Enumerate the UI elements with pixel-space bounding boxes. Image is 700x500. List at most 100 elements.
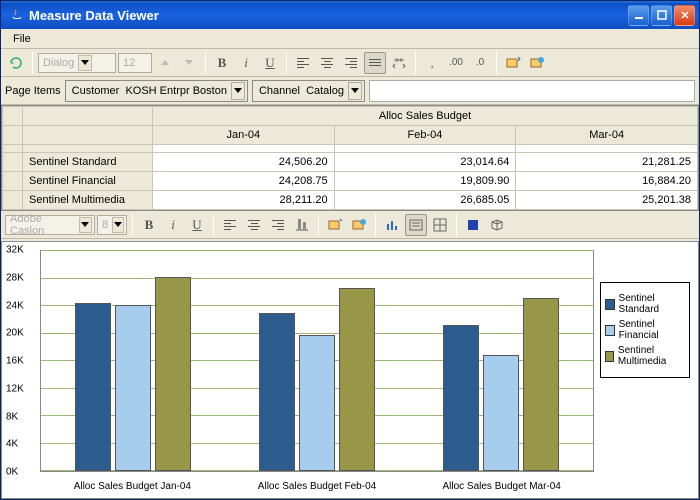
bar[interactable] — [75, 303, 111, 471]
cell[interactable]: 21,281.25 — [516, 153, 698, 172]
col-header[interactable]: Jan-04 — [153, 126, 335, 145]
align-center-button[interactable] — [243, 214, 265, 236]
chart-font-size-select[interactable]: 8 — [97, 215, 127, 235]
legend-item: Sentinel Standard — [605, 293, 685, 315]
bar-group — [41, 251, 225, 471]
chart-toolbar: Adobe Caslon 8 B i U — [1, 211, 699, 239]
bar[interactable] — [155, 277, 191, 471]
bold-button[interactable]: B — [138, 214, 160, 236]
font-family-select[interactable]: Dialog — [38, 53, 116, 73]
decimal-comma-button[interactable]: , — [421, 52, 443, 74]
bar[interactable] — [339, 288, 375, 471]
cell[interactable]: 26,685.05 — [334, 191, 516, 210]
bar-group — [409, 251, 593, 471]
minimize-button[interactable] — [628, 5, 649, 26]
chart-font-family-select[interactable]: Adobe Caslon — [5, 215, 95, 235]
italic-button[interactable]: i — [235, 52, 257, 74]
page-item-value: Catalog — [306, 85, 344, 97]
bar[interactable] — [483, 355, 519, 471]
chart-font-size-value: 8 — [102, 219, 108, 231]
page-item-label: Channel — [259, 85, 300, 97]
page-item-channel[interactable]: Channel Catalog — [252, 80, 365, 102]
x-tick-label: Alloc Sales Budget Jan-04 — [40, 481, 225, 492]
close-button[interactable] — [674, 5, 695, 26]
align-right-button[interactable] — [340, 52, 362, 74]
font-size-up-icon[interactable] — [154, 52, 176, 74]
chart-area: Alloc Sales Budget Jan-04Alloc Sales Bud… — [1, 241, 699, 499]
align-left-button[interactable] — [292, 52, 314, 74]
bar[interactable] — [115, 305, 151, 471]
table-row[interactable]: Sentinel Financial 24,208.75 19,809.90 1… — [3, 172, 698, 191]
italic-button[interactable]: i — [162, 214, 184, 236]
font-family-value: Dialog — [43, 57, 74, 69]
underline-button[interactable]: U — [186, 214, 208, 236]
page-item-customer[interactable]: Customer KOSH Entrpr Boston — [65, 80, 248, 102]
y-tick-label: 16K — [6, 356, 36, 367]
align-right-button[interactable] — [267, 214, 289, 236]
increase-decimal-button[interactable]: .00 — [445, 52, 467, 74]
formatting-toolbar: Dialog 12 B i U , .00 .0 — [1, 49, 699, 77]
grid-button[interactable] — [429, 214, 451, 236]
chevron-down-icon — [348, 82, 362, 100]
menu-file[interactable]: File — [7, 31, 37, 47]
menubar: File — [1, 29, 699, 49]
maximize-button[interactable] — [651, 5, 672, 26]
underline-button[interactable]: U — [259, 52, 281, 74]
cell[interactable]: 25,201.38 — [516, 191, 698, 210]
java-icon — [9, 7, 25, 23]
cell[interactable]: 24,506.20 — [153, 153, 335, 172]
fill-color-button[interactable] — [462, 214, 484, 236]
align-left-button[interactable] — [219, 214, 241, 236]
y-tick-label: 24K — [6, 300, 36, 311]
legend-swatch — [605, 351, 614, 362]
align-bottom-button[interactable] — [291, 214, 313, 236]
y-tick-label: 32K — [6, 245, 36, 256]
legend-label: Sentinel Financial — [619, 319, 685, 341]
cell[interactable]: 28,211.20 — [153, 191, 335, 210]
chevron-down-icon — [231, 82, 245, 100]
refresh-icon[interactable] — [5, 52, 27, 74]
cell[interactable]: 24,208.75 — [153, 172, 335, 191]
page-items-bar: Page Items Customer KOSH Entrpr Boston C… — [1, 77, 699, 105]
chart-format-button[interactable] — [324, 214, 346, 236]
window-title: Measure Data Viewer — [29, 8, 628, 23]
legend-item: Sentinel Multimedia — [605, 345, 685, 367]
x-tick-label: Alloc Sales Budget Feb-04 — [225, 481, 410, 492]
bar[interactable] — [299, 335, 335, 471]
align-center-button[interactable] — [316, 52, 338, 74]
show-legend-button[interactable] — [405, 214, 427, 236]
bar[interactable] — [443, 325, 479, 471]
autofit-button[interactable] — [388, 52, 410, 74]
table-row[interactable]: Sentinel Standard 24,506.20 23,014.64 21… — [3, 153, 698, 172]
font-size-down-icon[interactable] — [178, 52, 200, 74]
legend-swatch — [605, 299, 615, 310]
row-header: Sentinel Financial — [23, 172, 153, 191]
bold-button[interactable]: B — [211, 52, 233, 74]
cell[interactable]: 19,809.90 — [334, 172, 516, 191]
font-size-select[interactable]: 12 — [118, 53, 152, 73]
wrap-button[interactable] — [364, 52, 386, 74]
titlebar: Measure Data Viewer — [1, 1, 699, 29]
chart-font-family-value: Adobe Caslon — [10, 213, 75, 237]
decrease-decimal-button[interactable]: .0 — [469, 52, 491, 74]
3d-button[interactable] — [486, 214, 508, 236]
chart-legend: Sentinel Standard Sentinel Financial Senti… — [600, 282, 690, 378]
legend-label: Sentinel Standard — [619, 293, 685, 315]
bar[interactable] — [259, 313, 295, 471]
col-header[interactable]: Feb-04 — [334, 126, 516, 145]
legend-label: Sentinel Multimedia — [618, 345, 685, 367]
legend-swatch — [605, 325, 615, 336]
legend-item: Sentinel Financial — [605, 319, 685, 341]
format-cells-button[interactable] — [502, 52, 524, 74]
data-table[interactable]: Alloc Sales Budget Jan-04 Feb-04 Mar-04 … — [1, 105, 699, 211]
cell[interactable]: 23,014.64 — [334, 153, 516, 172]
bar[interactable] — [523, 298, 559, 471]
chart-options-button[interactable] — [348, 214, 370, 236]
chart-type-button[interactable] — [381, 214, 403, 236]
chart-canvas[interactable]: Alloc Sales Budget Jan-04Alloc Sales Bud… — [2, 242, 598, 498]
col-header[interactable]: Mar-04 — [516, 126, 698, 145]
y-tick-label: 4K — [6, 439, 36, 450]
options-button[interactable] — [526, 52, 548, 74]
table-row[interactable]: Sentinel Multimedia 28,211.20 26,685.05 … — [3, 191, 698, 210]
cell[interactable]: 16,884.20 — [516, 172, 698, 191]
